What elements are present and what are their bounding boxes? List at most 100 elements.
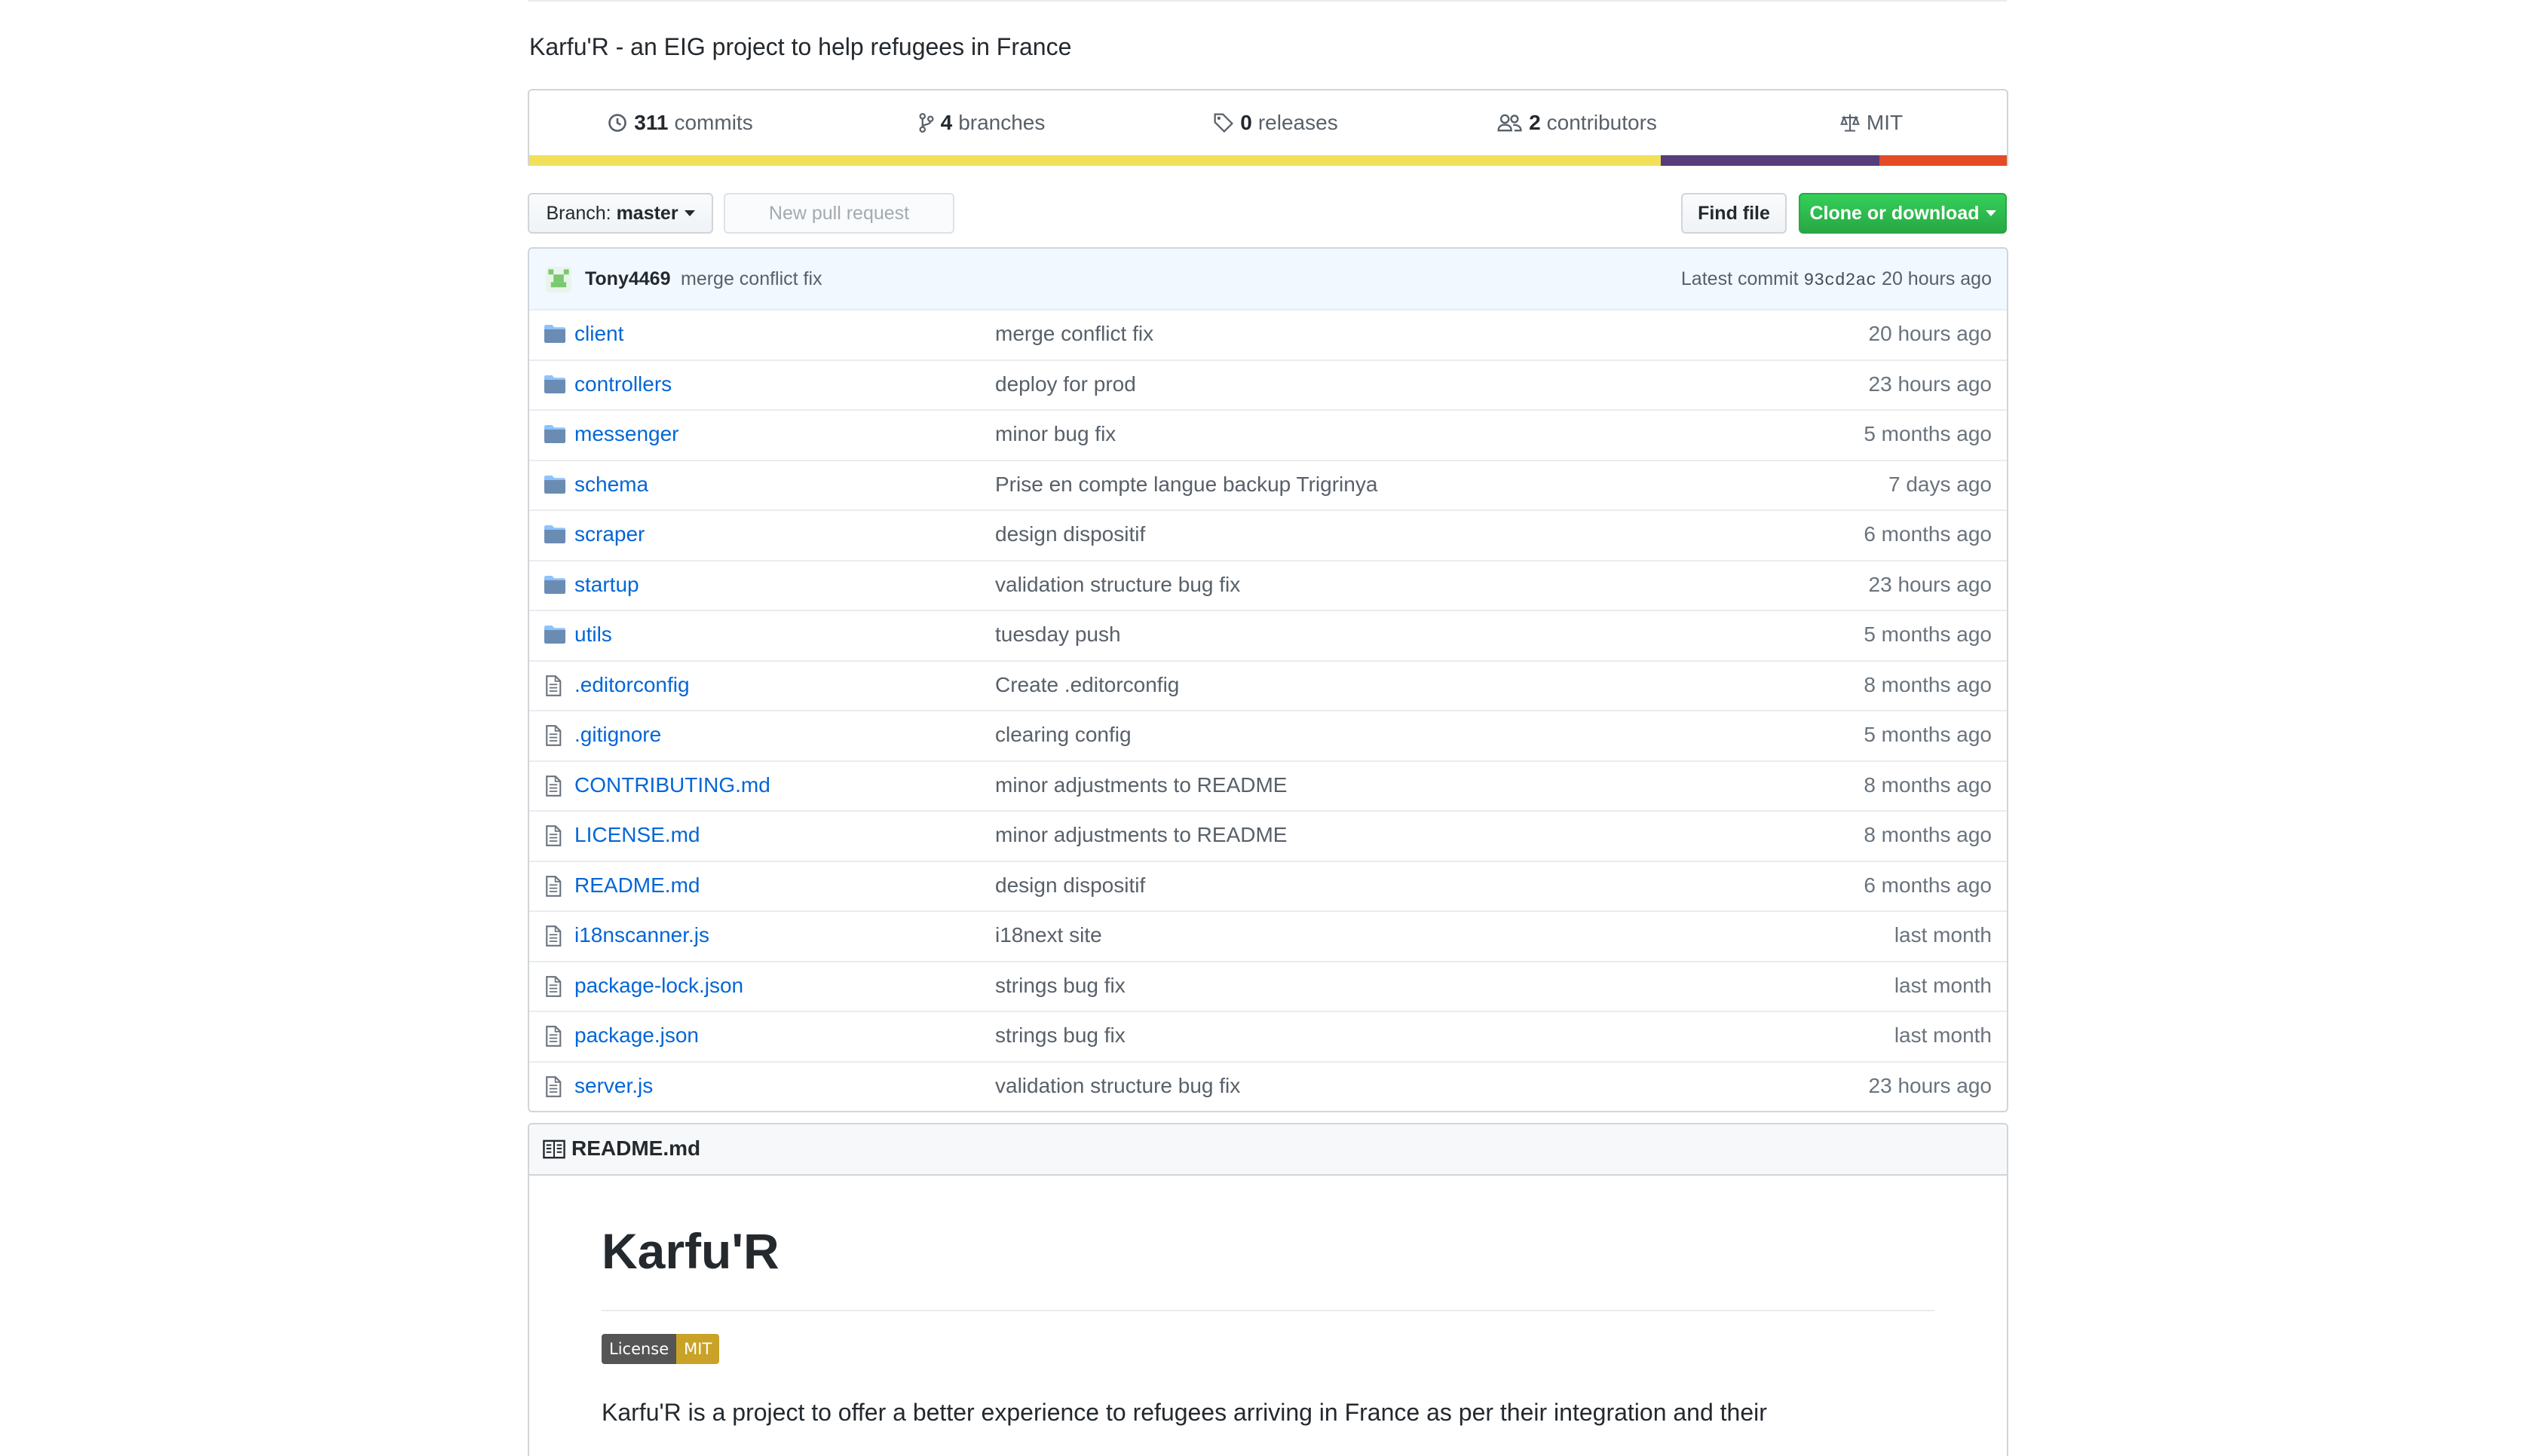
commit-sha[interactable]: 93cd2ac	[1803, 271, 1876, 290]
new-pull-request-button[interactable]: New pull request	[724, 193, 954, 234]
table-row: messenger minor bug fix 5 months ago	[529, 409, 2007, 459]
contributors-count: 2	[1529, 111, 1541, 134]
find-file-button[interactable]: Find file	[1681, 193, 1787, 234]
contributors-link[interactable]: 2 contributors	[1419, 90, 1735, 155]
table-row: package.json strings bug fix last month	[529, 1011, 2007, 1060]
commit-message-link[interactable]: Create .editorconfig	[995, 673, 1179, 697]
badge-label: License	[602, 1334, 677, 1364]
commit-message-link[interactable]: Prise en compte langue backup Trigrinya	[995, 473, 1377, 497]
commit-message-link[interactable]: deploy for prod	[995, 372, 1136, 396]
commit-message-link[interactable]: validation structure bug fix	[995, 573, 1240, 597]
folder-icon	[544, 324, 565, 348]
commit-meta: Latest commit 93cd2ac 20 hours ago	[1681, 268, 1992, 290]
commit-age: 7 days ago	[1888, 472, 1992, 496]
table-row: server.js validation structure bug fix 23 …	[529, 1060, 2007, 1111]
commit-message-link[interactable]: i18next site	[995, 923, 1102, 947]
commit-age: 8 months ago	[1864, 823, 1992, 846]
file-name-link[interactable]: i18nscanner.js	[574, 923, 709, 947]
commit-age: 23 hours ago	[1868, 572, 1992, 596]
commit-age: 5 months ago	[1864, 723, 1992, 746]
file-icon	[544, 674, 562, 702]
divider	[602, 1310, 1934, 1311]
file-icon	[544, 1075, 562, 1103]
folder-icon	[544, 375, 565, 399]
commit-message-link[interactable]: minor bug fix	[995, 422, 1116, 446]
numbers-summary: 311 commits 4 branches 0 releases 2 cont…	[528, 89, 2008, 166]
commits-link[interactable]: 311 commits	[529, 90, 831, 155]
avatar[interactable]	[546, 267, 571, 292]
commit-message-link[interactable]: strings bug fix	[995, 1023, 1126, 1048]
git-branch-icon	[919, 112, 934, 133]
table-row: client merge conflict fix 20 hours ago	[529, 309, 2007, 359]
folder-icon	[544, 575, 565, 599]
caret-down-icon	[1985, 210, 1996, 216]
latest-commit-bar: Tony4469 merge conflict fix Latest commi…	[529, 249, 2007, 310]
file-name-link[interactable]: controllers	[574, 372, 672, 396]
commit-age: 6 months ago	[1864, 522, 1992, 546]
commit-message-link[interactable]: design dispositif	[995, 522, 1145, 546]
table-row: controllers deploy for prod 23 hours ago	[529, 359, 2007, 409]
file-name-link[interactable]: LICENSE.md	[574, 823, 700, 847]
clone-download-button[interactable]: Clone or download	[1799, 193, 2007, 234]
badge-value: MIT	[676, 1334, 720, 1364]
table-row: schema Prise en compte langue backup Trig…	[529, 459, 2007, 509]
language-bar[interactable]	[529, 155, 2007, 166]
history-icon	[608, 114, 627, 132]
commit-age: 5 months ago	[1864, 622, 1992, 646]
readme-box: README.md Karfu'R License MIT Karfu'R is…	[528, 1123, 2008, 1456]
file-name-link[interactable]: scraper	[574, 522, 645, 546]
commit-message-link[interactable]: strings bug fix	[995, 974, 1126, 998]
branch-select-button[interactable]: Branch: master	[528, 193, 713, 234]
license-label: MIT	[1866, 111, 1904, 134]
file-name-link[interactable]: messenger	[574, 422, 679, 446]
commit-author[interactable]: Tony4469	[585, 268, 670, 290]
language-bar-segment[interactable]	[1879, 155, 2007, 166]
commit-message-link[interactable]: validation structure bug fix	[995, 1074, 1240, 1098]
commit-age: last month	[1894, 1023, 1992, 1047]
license-link[interactable]: MIT	[1735, 90, 2007, 155]
clone-label: Clone or download	[1809, 202, 1980, 224]
commit-message-link[interactable]: design dispositif	[995, 873, 1145, 898]
folder-icon	[544, 424, 565, 448]
file-name-link[interactable]: client	[574, 322, 623, 346]
file-icon	[544, 975, 562, 1002]
commit-message-link[interactable]: tuesday push	[995, 622, 1121, 647]
file-name-link[interactable]: .gitignore	[574, 723, 661, 747]
commit-message-link[interactable]: minor adjustments to README	[995, 823, 1287, 847]
file-name-link[interactable]: .editorconfig	[574, 673, 690, 697]
commit-age: 8 months ago	[1864, 672, 1992, 696]
commit-message[interactable]: merge conflict fix	[681, 268, 822, 290]
license-badge[interactable]: License MIT	[602, 1334, 720, 1364]
commit-message-link[interactable]: minor adjustments to README	[995, 773, 1287, 797]
file-name-link[interactable]: startup	[574, 573, 639, 597]
file-name-link[interactable]: README.md	[574, 873, 700, 898]
latest-commit-label: Latest commit	[1680, 268, 1799, 289]
language-bar-segment[interactable]	[1661, 155, 1880, 166]
folder-icon	[544, 475, 565, 499]
releases-link[interactable]: 0 releases	[1132, 90, 1419, 155]
file-name-link[interactable]: utils	[574, 622, 612, 647]
language-bar-segment[interactable]	[529, 155, 1662, 166]
repo-description: Karfu'R - an EIG project to help refugee…	[529, 33, 1072, 60]
file-name-link[interactable]: schema	[574, 473, 648, 497]
divider	[528, 0, 2007, 2]
file-name-link[interactable]: CONTRIBUTING.md	[574, 773, 770, 797]
table-row: .editorconfig Create .editorconfig 8 month…	[529, 659, 2007, 710]
commit-age: 23 hours ago	[1868, 1073, 1992, 1097]
commit-message-link[interactable]: merge conflict fix	[995, 322, 1153, 346]
table-row: LICENSE.md minor adjustments to README 8 m…	[529, 810, 2007, 860]
commit-message-link[interactable]: clearing config	[995, 723, 1132, 747]
readme-filename: README.md	[571, 1136, 701, 1160]
readme-paragraph: Karfu'R is a project to offer a better e…	[602, 1399, 1767, 1426]
file-name-link[interactable]: server.js	[574, 1074, 653, 1098]
commit-age: 5 months ago	[1864, 422, 1992, 445]
file-name-link[interactable]: package.json	[574, 1023, 699, 1048]
commit-age: 6 months ago	[1864, 873, 1992, 897]
file-name-link[interactable]: package-lock.json	[574, 974, 743, 998]
branches-link[interactable]: 4 branches	[831, 90, 1132, 155]
commit-age: last month	[1894, 923, 1992, 947]
table-row: i18nscanner.js i18next site last month	[529, 910, 2007, 960]
commit-age: last month	[1894, 973, 1992, 997]
commit-age: 23 hours ago	[1868, 372, 1992, 396]
contributors-label: contributors	[1546, 111, 1657, 134]
